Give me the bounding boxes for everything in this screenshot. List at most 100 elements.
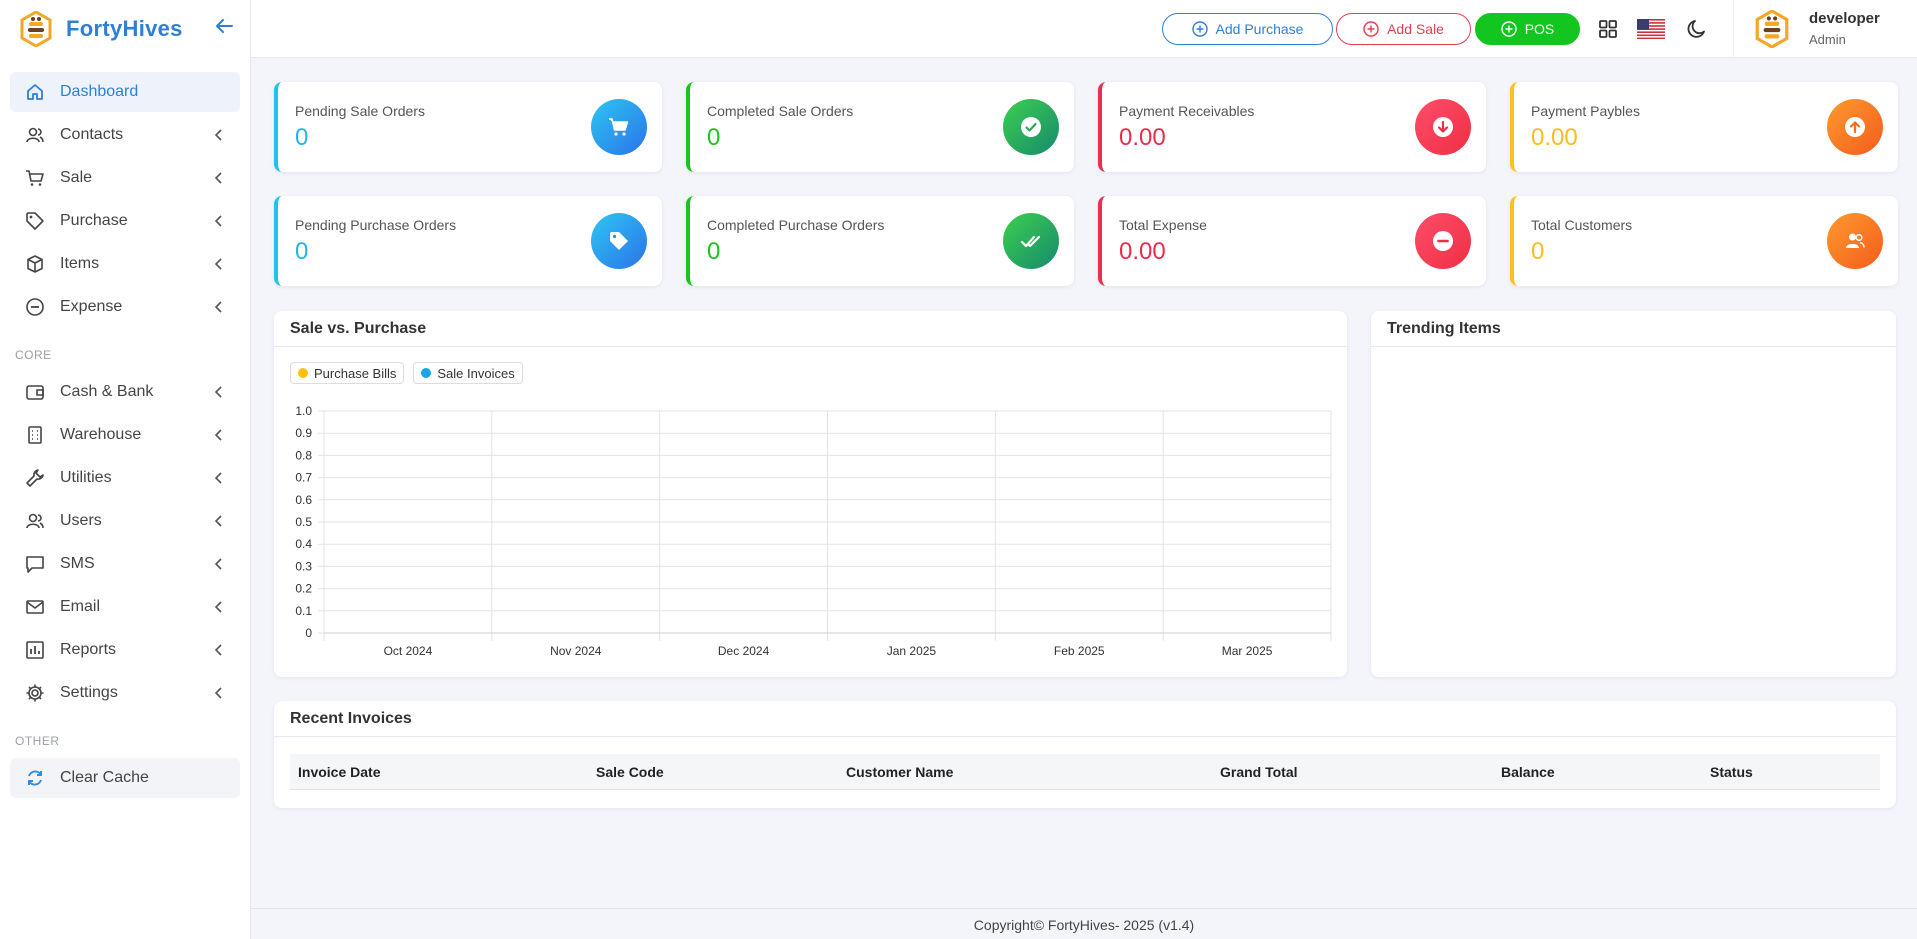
legend-item-purchase-bills[interactable]: Purchase Bills — [290, 362, 405, 384]
stat-card-completed-purchase-orders[interactable]: Completed Purchase Orders 0 — [686, 196, 1074, 286]
column-header-status[interactable]: Status — [1710, 764, 1753, 780]
refresh-icon — [24, 767, 46, 789]
stat-card-payment-paybles[interactable]: Payment Paybles 0.00 — [1510, 82, 1898, 172]
double-check-icon — [1003, 213, 1059, 269]
chevron-left-icon — [214, 472, 222, 484]
chevron-left-icon — [214, 258, 222, 270]
sidebar-item-warehouse[interactable]: Warehouse — [10, 415, 240, 455]
sidebar-item-cash-bank[interactable]: Cash & Bank — [10, 372, 240, 412]
stat-value: 0 — [707, 238, 721, 265]
trending-items-panel: Trending Items — [1371, 311, 1896, 677]
stat-label: Completed Sale Orders — [707, 103, 854, 119]
sidebar-item-email[interactable]: Email — [10, 587, 240, 627]
sidebar-item-contacts[interactable]: Contacts — [10, 115, 240, 155]
sidebar-item-sale[interactable]: Sale — [10, 158, 240, 198]
contacts-icon — [24, 124, 46, 146]
column-header-grand-total[interactable]: Grand Total — [1220, 764, 1298, 780]
legend-dot — [421, 368, 432, 378]
sidebar-item-users[interactable]: Users — [10, 501, 240, 541]
sidebar-item-label: Warehouse — [60, 426, 142, 443]
arrow-up-circle-icon — [1827, 99, 1883, 155]
sidebar-item-label: Settings — [60, 684, 118, 701]
pos-button[interactable]: POS — [1475, 13, 1580, 45]
add-sale-button[interactable]: Add Sale — [1336, 13, 1471, 45]
stat-value: 0 — [295, 238, 309, 265]
chevron-left-icon — [214, 386, 222, 398]
user-name[interactable]: developer — [1809, 10, 1880, 27]
stat-label: Completed Purchase Orders — [707, 217, 885, 233]
y-tick-label: 0 — [305, 626, 312, 640]
panel-title: Sale vs. Purchase — [274, 311, 1347, 347]
message-icon — [24, 553, 46, 575]
sidebar-item-utilities[interactable]: Utilities — [10, 458, 240, 498]
y-tick-label: 0.8 — [295, 448, 312, 462]
cart-icon — [591, 99, 647, 155]
user-avatar-logo-icon[interactable] — [1755, 10, 1789, 48]
sidebar-item-expense[interactable]: Expense — [10, 287, 240, 327]
stat-value: 0 — [1531, 238, 1545, 265]
sidebar-item-purchase[interactable]: Purchase — [10, 201, 240, 241]
report-chart-icon — [24, 639, 46, 661]
stat-value: 0 — [707, 124, 721, 151]
stat-label: Total Expense — [1119, 217, 1207, 233]
chevron-left-icon — [214, 687, 222, 699]
sidebar-item-items[interactable]: Items — [10, 244, 240, 284]
pos-label: POS — [1524, 21, 1555, 37]
wrench-icon — [24, 467, 46, 489]
column-header-customer-name[interactable]: Customer Name — [846, 764, 953, 780]
cart-icon — [24, 167, 46, 189]
sidebar-item-label: Sale — [60, 169, 93, 186]
divider — [1733, 0, 1734, 58]
legend-dot — [298, 368, 308, 378]
column-header-invoice-date[interactable]: Invoice Date — [298, 764, 380, 780]
section-title-core: CORE — [15, 348, 52, 362]
stat-card-pending-purchase-orders[interactable]: Pending Purchase Orders 0 — [274, 196, 662, 286]
arrow-down-circle-icon — [1415, 99, 1471, 155]
stat-card-pending-sale-orders[interactable]: Pending Sale Orders 0 — [274, 82, 662, 172]
sidebar-item-clear-cache[interactable]: Clear Cache — [10, 758, 240, 798]
sidebar-item-reports[interactable]: Reports — [10, 630, 240, 670]
sidebar-item-sms[interactable]: SMS — [10, 544, 240, 584]
wallet-icon — [24, 381, 46, 403]
stat-label: Total Customers — [1531, 217, 1633, 233]
envelope-icon — [24, 596, 46, 618]
sidebar-item-label: Email — [60, 598, 101, 615]
gear-icon — [24, 682, 46, 704]
column-header-balance[interactable]: Balance — [1501, 764, 1555, 780]
section-title-other: OTHER — [15, 734, 60, 748]
chevron-left-icon — [214, 129, 222, 141]
sidebar-item-settings[interactable]: Settings — [10, 673, 240, 713]
stat-label: Pending Purchase Orders — [295, 217, 457, 233]
stat-card-payment-receivables[interactable]: Payment Receivables 0.00 — [1098, 82, 1486, 172]
sidebar-item-label: Utilities — [60, 469, 112, 486]
x-tick-label: Nov 2024 — [550, 644, 602, 658]
y-tick-label: 0.6 — [295, 493, 312, 507]
chevron-left-icon — [214, 558, 222, 570]
y-tick-label: 0.2 — [295, 582, 312, 596]
plus-circle-icon — [1363, 21, 1379, 37]
y-tick-label: 0.1 — [295, 604, 312, 618]
stat-value: 0 — [295, 124, 309, 151]
sidebar-item-dashboard[interactable]: Dashboard — [10, 72, 240, 112]
apps-grid-icon[interactable] — [1596, 17, 1620, 41]
us-flag-icon[interactable] — [1637, 19, 1665, 39]
stat-card-total-expense[interactable]: Total Expense 0.00 — [1098, 196, 1486, 286]
minus-circle-icon — [1415, 213, 1471, 269]
stat-card-total-customers[interactable]: Total Customers 0 — [1510, 196, 1898, 286]
panel-title: Recent Invoices — [274, 701, 1896, 737]
legend-label: Sale Invoices — [437, 365, 515, 381]
legend-item-sale-invoices[interactable]: Sale Invoices — [413, 362, 523, 384]
sidebar-item-label: Contacts — [60, 126, 124, 143]
y-tick-label: 0.5 — [295, 515, 312, 529]
chevron-left-icon — [214, 172, 222, 184]
add-purchase-button[interactable]: Add Purchase — [1162, 13, 1333, 45]
y-tick-label: 0.4 — [295, 537, 312, 551]
minus-circle-icon — [24, 296, 46, 318]
y-tick-label: 1.0 — [295, 404, 312, 418]
collapse-sidebar-arrow-icon[interactable] — [213, 15, 235, 37]
stat-card-completed-sale-orders[interactable]: Completed Sale Orders 0 — [686, 82, 1074, 172]
column-header-sale-code[interactable]: Sale Code — [596, 764, 664, 780]
stat-label: Pending Sale Orders — [295, 103, 425, 119]
dark-mode-moon-icon[interactable] — [1685, 17, 1709, 41]
sidebar-item-label: Dashboard — [60, 83, 139, 100]
